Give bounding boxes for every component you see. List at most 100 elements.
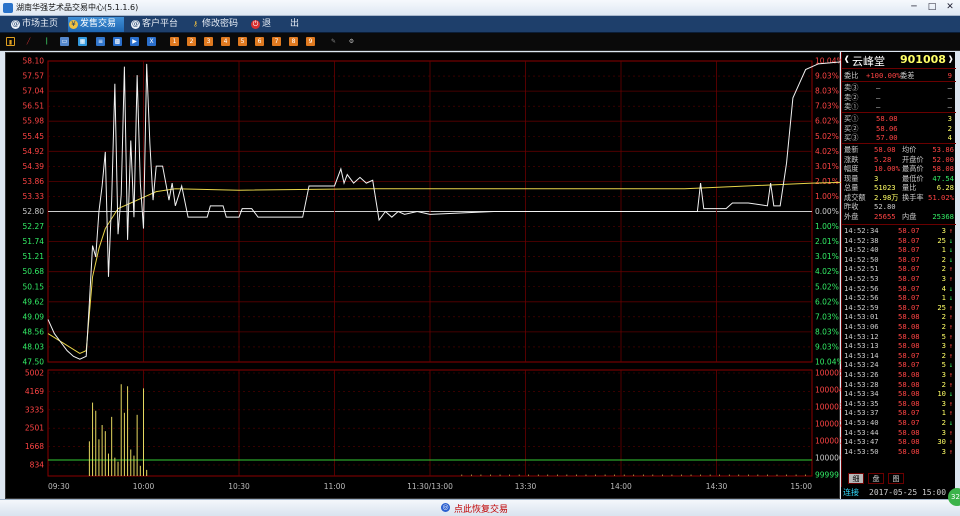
tick-price: 58.08 [898,398,920,408]
price-tick-label: 57.57 [23,72,45,81]
arrow-down-icon: ↓ [948,361,953,370]
f7-icon[interactable]: 7 [272,37,281,46]
gear-icon[interactable]: ⚙ [347,37,356,46]
f3-icon[interactable]: 3 [204,37,213,46]
tick-volume: 3 [941,446,946,456]
window-icon[interactable]: ▭ [60,37,69,46]
status-bar: 连接 2017-05-25 15:00 [841,487,955,499]
tab-book[interactable]: 盘 [868,473,884,484]
ask-volume: — [947,83,952,92]
close-box-icon[interactable]: X [147,37,156,46]
tick-price: 58.07 [898,245,920,255]
notification-badge[interactable]: 32 [948,488,960,506]
tick-volume: 2 [941,322,946,331]
close-button[interactable]: ✕ [942,1,958,14]
tick-row: 14:53:47 58.08 30 [842,437,956,447]
volume-tick-label: 2501 [25,424,44,433]
divider [842,143,956,144]
bottom-bar: ◎ 点此恢复交易 [0,499,960,516]
bid-price: 57.00 [876,133,898,142]
bid-volume: 2 [947,123,952,133]
tick-time: 14:52:34 [844,226,879,235]
ask-price: — [876,92,881,102]
list-icon[interactable]: ≡ [96,37,105,46]
globe-icon: @ [11,20,20,29]
menu-client-platform[interactable]: @ 客户平台 [130,17,186,32]
tick-price: 58.07 [898,408,920,418]
connection-status: 连接 [843,488,859,497]
price-tick-label: 55.45 [23,132,45,141]
pencil-icon[interactable]: ✎ [329,37,338,46]
tick-price: 58.08 [898,322,920,331]
restore-trade-link[interactable]: ◎ 点此恢复交易 [441,500,521,516]
tick-price: 58.08 [898,312,920,322]
chart-svg: 58.10 10.04% 57.57 9.03% 57.04 8.03% 56.51 7.03… [23,57,841,491]
volume-tick-label: 4169 [25,387,44,396]
volume-right-tick-label: 100000 [815,454,841,463]
f6-icon[interactable]: 6 [255,37,264,46]
minimize-button[interactable]: ─ [906,1,922,14]
stat-row: 昨收 52.80 [842,202,956,212]
percent-tick-label: 9.03% [815,342,839,351]
maximize-button[interactable]: □ [924,1,940,14]
globe-icon: @ [131,20,140,29]
stat-label: 涨跌 [844,154,859,164]
tick-price: 58.08 [898,437,920,447]
tab-detail[interactable]: 细 [848,473,864,484]
f2-icon[interactable]: 2 [187,37,196,46]
menu-logout[interactable]: ⏻ 退 [250,17,280,32]
bid-volume: 3 [947,114,952,123]
tick-price: 58.08 [898,341,920,351]
tab-chart[interactable]: 图 [888,473,904,484]
tick-time: 14:52:56 [844,293,879,303]
tick-time: 14:52:59 [844,302,879,312]
bar-chart-icon[interactable]: ▮ [6,37,15,46]
menu-change-password[interactable]: ⚷ 修改密码 [190,17,246,32]
f9-icon[interactable]: 9 [306,37,315,46]
price-tick-label: 50.68 [23,267,45,276]
power-icon: ⏻ [251,20,260,29]
tick-volume: 25 [937,235,946,245]
price-tick-label: 47.50 [23,358,45,367]
menu-exit[interactable]: 出 [278,17,302,32]
play-icon[interactable]: ▶ [130,37,139,46]
menu-label: 市场主页 [22,19,59,29]
tick-time: 14:53:06 [844,322,879,331]
price-tick-label: 50.15 [23,282,45,291]
grid-icon[interactable]: ▦ [78,37,87,46]
menu-market-home[interactable]: @ 市场主页 [10,17,62,32]
arrow-down-icon: ↓ [948,390,953,399]
f5-icon[interactable]: 5 [238,37,247,46]
tick-row: 14:52:50 58.07 2 [842,255,956,265]
prev-item-icon[interactable]: ❰ [844,55,849,65]
bid-row: 买③ 57.00 4 [842,133,956,143]
tick-time: 14:53:28 [844,379,879,389]
f1-icon[interactable]: 1 [170,37,179,46]
ask-label: 卖③ [844,83,859,92]
next-item-icon[interactable]: ❱ [948,55,953,65]
stat-label: 现量 [844,173,859,183]
divider [842,112,956,113]
menu-issue-trade[interactable]: ¥ 发售交易 [68,17,124,32]
tick-volume: 1 [941,293,946,303]
tile-icon[interactable]: ▩ [113,37,122,46]
arrow-up-icon: ↑ [948,313,953,322]
line-chart-icon[interactable]: ╱ [24,37,33,46]
arrow-up-icon: ↑ [948,438,953,447]
tick-price: 58.07 [898,235,920,245]
app-logo-icon [3,3,13,13]
tick-volume: 1 [941,408,946,418]
tick-row: 14:53:24 58.07 5 [842,360,956,370]
stat-label: 均价 [902,145,917,154]
percent-tick-label: 3.01% [815,162,839,171]
tick-volume: 3 [941,274,946,283]
tick-price: 58.07 [898,302,920,312]
arrow-down-icon: ↓ [948,255,953,264]
f8-icon[interactable]: 8 [289,37,298,46]
f4-icon[interactable]: 4 [221,37,230,46]
tick-row: 14:53:37 58.07 1 [842,408,956,418]
candle-icon[interactable]: ┃ [42,37,51,46]
tick-time: 14:52:40 [844,245,879,255]
restore-trade-label: 点此恢复交易 [454,505,509,515]
intraday-chart[interactable]: 58.10 10.04% 57.57 9.03% 57.04 8.03% 56.51 7.03… [5,52,841,499]
